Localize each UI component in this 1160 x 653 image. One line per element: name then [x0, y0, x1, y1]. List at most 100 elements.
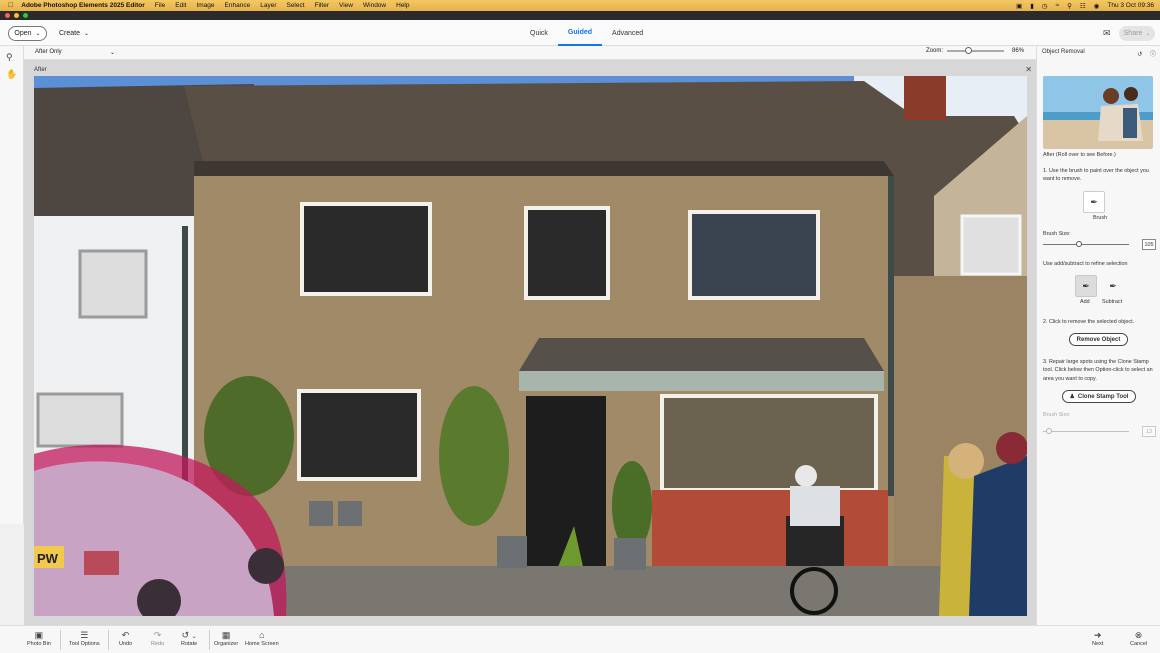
menu-view[interactable]: View — [339, 2, 353, 9]
status-app-icon[interactable]: ▣ — [1016, 2, 1022, 10]
hand-tool-icon[interactable]: ✋ — [6, 69, 17, 80]
clone-stamp-icon: ♟ — [1069, 394, 1075, 400]
document-tab-label: After — [34, 67, 47, 73]
cancel-icon: ⊗ — [1134, 630, 1143, 640]
before-after-thumbnail[interactable] — [1043, 76, 1153, 149]
object-removal-panel: Object Removal ↺ ⓘ After (Roll over to s… — [1036, 46, 1160, 625]
tab-quick[interactable]: Quick — [520, 20, 558, 46]
brush-size-row: 105 — [1043, 239, 1156, 250]
canvas-area: After ✕ PW — [24, 60, 1036, 625]
clock[interactable]: Thu 3 Oct 09:36 — [1107, 2, 1154, 9]
brush-size-thumb[interactable] — [1075, 241, 1082, 247]
brush-size-label: Brush Size: — [1043, 231, 1071, 237]
open-button[interactable]: Open ⌄ — [8, 26, 47, 41]
zoom-window-button[interactable] — [23, 13, 28, 18]
spotlight-icon[interactable]: ⚲ — [1067, 2, 1072, 10]
clone-size-slider[interactable] — [1043, 428, 1129, 434]
mail-icon[interactable]: ✉ — [1103, 28, 1111, 39]
menu-layer[interactable]: Layer — [260, 2, 276, 9]
thumbnail-illustration — [1043, 76, 1153, 149]
zoom-slider[interactable] — [947, 47, 1005, 54]
menu-file[interactable]: File — [155, 2, 165, 9]
menu-select[interactable]: Select — [286, 2, 304, 9]
next-label: Next — [1092, 641, 1104, 647]
refine-text: Use add/subtract to refine selection — [1043, 261, 1128, 267]
undo-button[interactable]: ↶ Undo — [119, 629, 132, 647]
battery-icon[interactable]: ▮ — [1030, 2, 1034, 10]
control-center-icon[interactable]: ☷ — [1080, 2, 1086, 10]
app-name[interactable]: Adobe Photoshop Elements 2025 Editor — [21, 2, 145, 9]
rotate-button[interactable]: ↺ ⌄ Rotate — [181, 629, 197, 647]
window-titlebar — [0, 11, 1160, 20]
thumbnail-caption: After (Roll over to see Before.) — [1043, 152, 1116, 158]
brush-button[interactable]: ✒ — [1083, 191, 1105, 213]
minimize-window-button[interactable] — [14, 13, 19, 18]
divider — [60, 630, 61, 650]
menu-window[interactable]: Window — [363, 2, 386, 9]
tool-options-icon: ☰ — [80, 630, 89, 640]
next-button[interactable]: ➜ Next — [1092, 629, 1103, 647]
close-window-button[interactable] — [5, 13, 10, 18]
clone-size-input[interactable]: 13 — [1142, 426, 1156, 437]
clone-size-label: Brush Size: — [1043, 412, 1071, 418]
view-value: After Only — [35, 49, 62, 55]
subtract-button[interactable]: ✒ — [1102, 275, 1124, 297]
zoom-tool-icon[interactable]: ⚲ — [6, 52, 13, 63]
step1-text: 1. Use the brush to paint over the objec… — [1043, 168, 1149, 183]
tab-advanced[interactable]: Advanced — [602, 20, 653, 46]
step3-text: 3. Repair large spots using the Clone St… — [1043, 359, 1153, 382]
tool-options-label: Tool Options — [69, 641, 100, 647]
view-select[interactable]: After Only ⌄ — [35, 49, 115, 56]
menu-filter[interactable]: Filter — [315, 2, 329, 9]
mode-tabs: Quick Guided Advanced — [520, 20, 653, 46]
reset-icon[interactable]: ↺ — [1137, 52, 1142, 58]
organizer-button[interactable]: ▦ Organizer — [214, 629, 238, 647]
add-button[interactable]: ✒ — [1075, 275, 1097, 297]
clone-size-thumb[interactable] — [1046, 428, 1053, 434]
share-label: Share — [1123, 30, 1143, 37]
cancel-label: Cancel — [1130, 641, 1148, 647]
menu-enhance[interactable]: Enhance — [225, 2, 251, 9]
menu-image[interactable]: Image — [196, 2, 214, 9]
macos-menubar:  Adobe Photoshop Elements 2025 Editor F… — [0, 0, 1160, 11]
chevron-down-icon: ⌄ — [1145, 31, 1151, 37]
time-machine-icon[interactable]: ◷ — [1042, 2, 1048, 10]
cancel-button[interactable]: ⊗ Cancel — [1130, 629, 1147, 647]
subtract-label: Subtract — [1102, 299, 1123, 305]
zoom-slider-thumb[interactable] — [964, 47, 972, 54]
siri-icon[interactable]: ◉ — [1094, 2, 1100, 10]
tool-options-button[interactable]: ☰ Tool Options — [69, 629, 100, 647]
chevron-down-icon: ⌄ — [84, 31, 90, 37]
zoom-value: 86% — [1012, 48, 1025, 54]
close-document-icon[interactable]: ✕ — [1025, 65, 1032, 74]
menu-edit[interactable]: Edit — [175, 2, 186, 9]
home-screen-label: Home Screen — [245, 641, 279, 647]
undo-label: Undo — [119, 641, 133, 647]
home-screen-button[interactable]: ⌂ Home Screen — [245, 629, 279, 647]
rotate-icon: ↺ ⌄ — [181, 630, 197, 640]
undo-icon: ↶ — [121, 630, 130, 640]
license-plate-text: PW — [37, 551, 59, 566]
help-icon[interactable]: ⓘ — [1150, 52, 1156, 58]
add-label: Add — [1080, 299, 1090, 305]
chevron-down-icon: ⌄ — [35, 31, 41, 37]
photo-canvas[interactable]: PW — [34, 76, 1027, 616]
brush-subtract-icon: ✒ — [1109, 280, 1117, 291]
photo-illustration: PW — [34, 76, 1027, 616]
create-label: Create — [59, 30, 81, 37]
wifi-icon[interactable]: ≈ — [1056, 2, 1060, 9]
photo-bin-button[interactable]: ▣ Photo Bin — [27, 629, 51, 647]
home-icon: ⌂ — [259, 630, 265, 640]
share-button[interactable]: Share ⌄ — [1119, 26, 1155, 41]
brush-size-slider[interactable] — [1043, 241, 1129, 247]
panel-header: Object Removal ↺ ⓘ — [1042, 49, 1156, 59]
apple-icon[interactable]:  — [8, 2, 13, 9]
create-button[interactable]: Create ⌄ — [59, 26, 89, 41]
brush-label: Brush — [1092, 215, 1108, 221]
redo-button[interactable]: ↷ Redo — [151, 629, 164, 647]
remove-object-button[interactable]: Remove Object — [1069, 333, 1128, 346]
tab-guided[interactable]: Guided — [557, 20, 603, 46]
menu-help[interactable]: Help — [396, 2, 409, 9]
brush-size-input[interactable]: 105 — [1142, 239, 1156, 250]
clone-stamp-button[interactable]: ♟ Clone Stamp Tool — [1062, 390, 1136, 403]
